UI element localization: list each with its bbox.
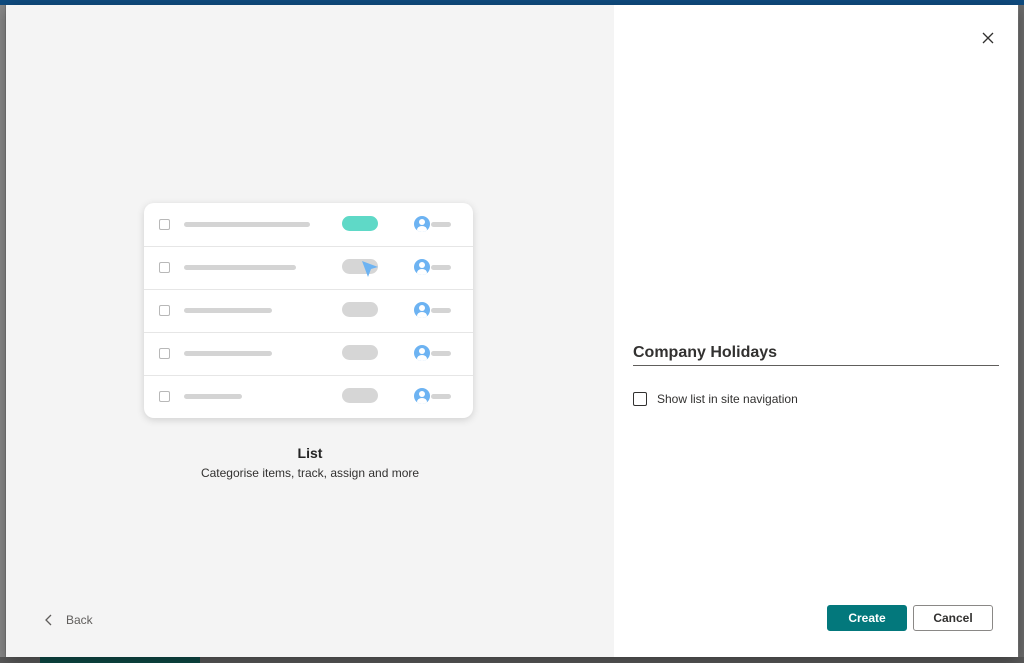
checkbox-box[interactable] (633, 392, 647, 406)
show-in-navigation-checkbox[interactable]: Show list in site navigation (633, 392, 798, 406)
person-icon (414, 259, 430, 275)
create-button[interactable]: Create (827, 605, 907, 631)
list-details-pane: Show list in site navigation Create Canc… (614, 5, 1018, 657)
illustration-status-pill (342, 216, 378, 231)
illustration-status-pill (342, 345, 378, 360)
illustration-row (144, 203, 473, 247)
illustration-row (144, 332, 473, 376)
show-in-navigation-label: Show list in site navigation (657, 392, 798, 406)
illustration-row (144, 289, 473, 333)
illustration-row (144, 375, 473, 418)
list-illustration-card (144, 203, 473, 418)
close-icon[interactable] (980, 30, 996, 46)
list-name-input[interactable] (633, 341, 999, 366)
illustration-text-line (184, 265, 296, 270)
template-description: Categorise items, track, assign and more (200, 466, 420, 480)
illustration-person-line (431, 265, 451, 270)
create-list-dialog: List Categorise items, track, assign and… (6, 5, 1018, 657)
illustration-text-line (184, 222, 310, 227)
illustration-person-line (431, 308, 451, 313)
illustration-text-line (184, 308, 272, 313)
illustration-person-line (431, 394, 451, 399)
person-icon (414, 216, 430, 232)
illustration-checkbox (159, 219, 170, 230)
pointer-cursor-icon (362, 261, 378, 277)
person-icon (414, 388, 430, 404)
illustration-text-line (184, 394, 242, 399)
back-button[interactable]: Back (42, 610, 93, 630)
template-title: List (297, 445, 323, 461)
background-page-left (0, 5, 5, 663)
background-bottom-tab (40, 657, 200, 663)
illustration-checkbox (159, 305, 170, 316)
template-preview-pane: List Categorise items, track, assign and… (6, 5, 614, 657)
background-page-right (1019, 5, 1024, 663)
illustration-person-line (431, 351, 451, 356)
back-button-label: Back (66, 613, 93, 627)
illustration-checkbox (159, 348, 170, 359)
person-icon (414, 345, 430, 361)
illustration-person-line (431, 222, 451, 227)
person-icon (414, 302, 430, 318)
illustration-row (144, 246, 473, 290)
illustration-status-pill (342, 302, 378, 317)
illustration-checkbox (159, 262, 170, 273)
chevron-left-icon (45, 614, 52, 626)
illustration-checkbox (159, 391, 170, 402)
cancel-button[interactable]: Cancel (913, 605, 993, 631)
illustration-text-line (184, 351, 272, 356)
illustration-status-pill (342, 388, 378, 403)
